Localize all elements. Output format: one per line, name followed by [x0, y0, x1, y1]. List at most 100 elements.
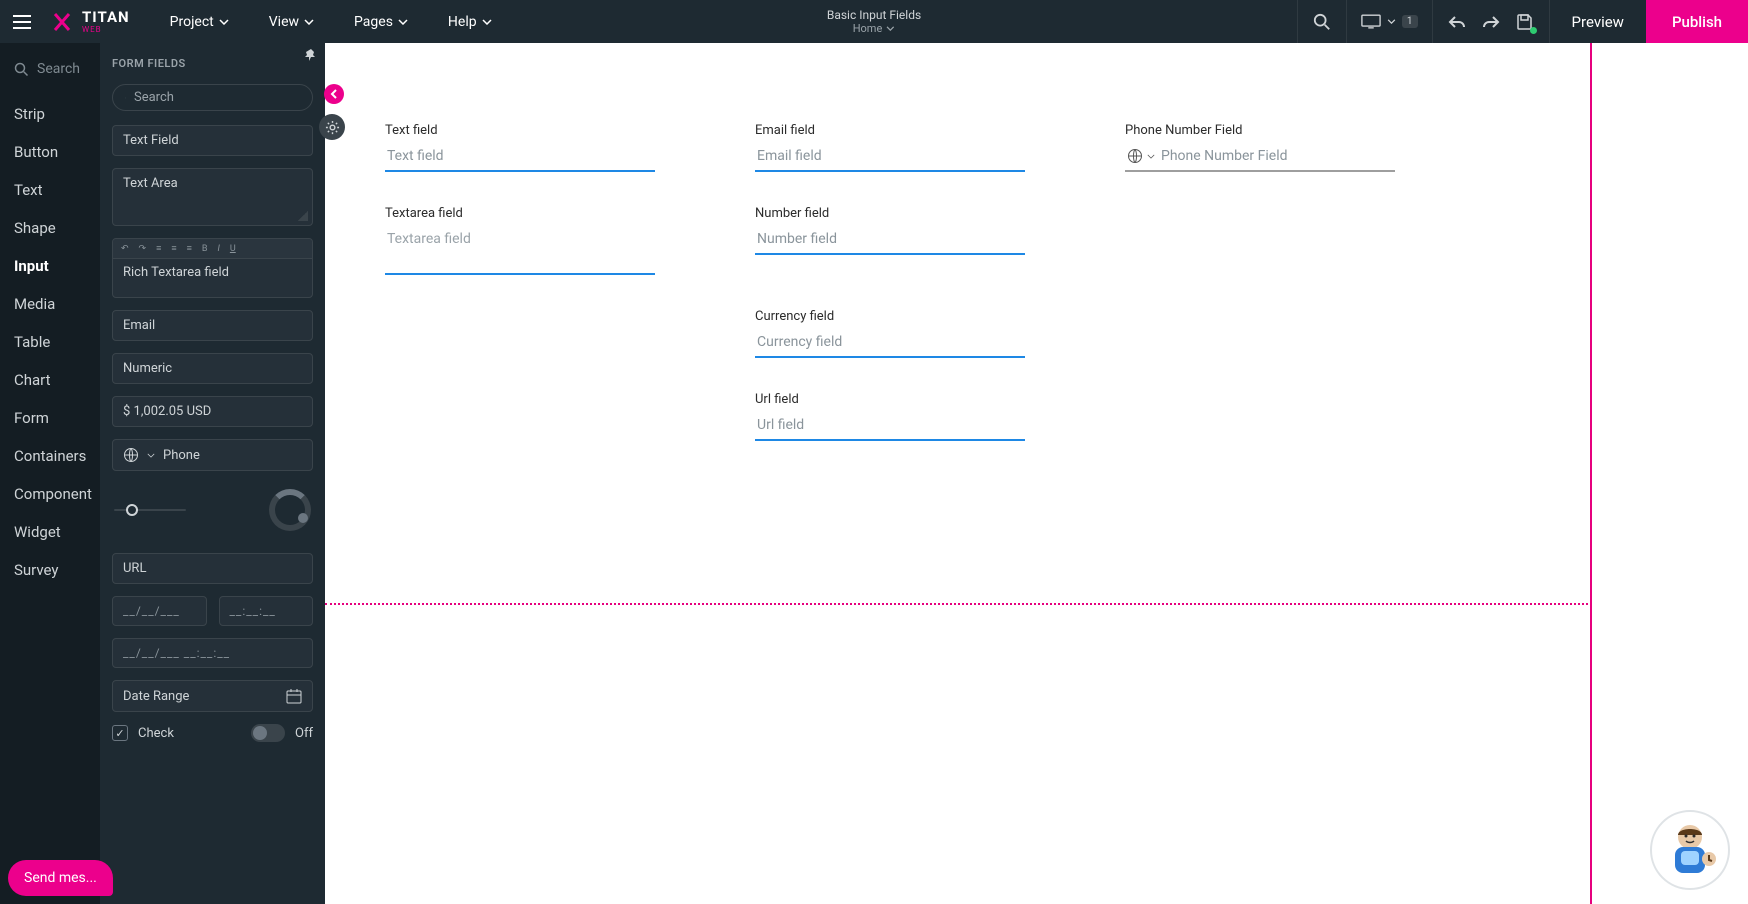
canvas-currency-label: Currency field [755, 309, 1025, 324]
menu-view[interactable]: View [269, 14, 314, 30]
search-icon [1313, 13, 1331, 31]
preview-button[interactable]: Preview [1549, 0, 1646, 43]
chevron-left-icon [329, 89, 339, 99]
canvas-url-field[interactable]: Url field Url field [755, 392, 1025, 441]
rail-item-form[interactable]: Form [0, 399, 100, 437]
menu-view-label: View [269, 14, 299, 30]
palette-url[interactable]: URL [112, 553, 313, 584]
canvas-email-input[interactable]: Email field [755, 144, 1025, 172]
palette-text-field[interactable]: Text Field [112, 125, 313, 156]
canvas-textarea-field[interactable]: Textarea field [385, 206, 655, 275]
rail-item-containers[interactable]: Containers [0, 437, 100, 475]
canvas-url-label: Url field [755, 392, 1025, 407]
panel-search-input[interactable] [134, 90, 300, 105]
menu-help[interactable]: Help [448, 14, 492, 30]
panel-settings-button[interactable] [319, 114, 345, 140]
palette-daterange[interactable]: Date Range [112, 680, 313, 712]
canvas-number-placeholder: Number field [757, 231, 837, 247]
brand-sub: WEB [82, 25, 130, 34]
rail-item-button[interactable]: Button [0, 133, 100, 171]
left-rail-search[interactable]: Search [0, 61, 100, 95]
slider-thumb[interactable] [126, 504, 138, 516]
rail-item-component[interactable]: Component [0, 475, 100, 513]
rail-item-widget[interactable]: Widget [0, 513, 100, 551]
palette-dial[interactable] [269, 489, 311, 531]
chevron-down-icon [1147, 154, 1155, 159]
canvas-currency-input[interactable]: Currency field [755, 330, 1025, 358]
canvas-text-field[interactable]: Text field Text field [385, 123, 655, 172]
palette-email[interactable]: Email [112, 310, 313, 341]
rt-redo-icon: ↷ [139, 244, 147, 254]
palette-phone[interactable]: Phone [112, 439, 313, 471]
rt-align-left-icon: ≡ [156, 243, 161, 254]
canvas-text-label: Text field [385, 123, 655, 138]
rt-undo-icon: ↶ [121, 244, 129, 254]
brand-logo[interactable]: TITAN WEB [50, 10, 130, 34]
globe-phone-icon [123, 447, 139, 463]
rail-item-strip[interactable]: Strip [0, 95, 100, 133]
search-button[interactable] [1312, 12, 1332, 32]
palette-rich-textarea[interactable]: ↶ ↷ ≡ ≡ ≡ B I U Rich Textarea field [112, 238, 313, 298]
canvas-guide-bottom [325, 603, 1592, 605]
canvas-textarea-input[interactable] [385, 227, 655, 275]
canvas-url-input[interactable]: Url field [755, 413, 1025, 441]
canvas-email-label: Email field [755, 123, 1025, 138]
menu-project[interactable]: Project [170, 14, 229, 30]
redo-icon [1481, 14, 1501, 30]
undo-icon [1447, 14, 1467, 30]
canvas-number-field[interactable]: Number field Number field [755, 206, 1025, 275]
hamburger-menu[interactable] [0, 15, 44, 29]
palette-toggle[interactable] [251, 724, 285, 742]
menu-pages[interactable]: Pages [354, 14, 408, 30]
panel-search[interactable] [112, 84, 313, 111]
palette-text-area[interactable]: Text Area [112, 168, 313, 226]
rail-item-media[interactable]: Media [0, 285, 100, 323]
rail-item-table[interactable]: Table [0, 323, 100, 361]
preview-label: Preview [1572, 13, 1624, 31]
chevron-down-icon [147, 453, 155, 458]
collapse-panel-button[interactable] [324, 84, 344, 104]
send-message-button[interactable]: Send mes... [8, 860, 113, 896]
palette-datetime[interactable]: __/__/___ __:__:__ [112, 638, 313, 668]
menu-project-label: Project [170, 14, 214, 30]
rt-align-right-icon: ≡ [187, 243, 192, 254]
left-rail: Search Strip Button Text Shape Input Med… [0, 43, 100, 904]
canvas[interactable]: Text field Text field Email field Email … [325, 43, 1748, 904]
save-button[interactable] [1515, 12, 1535, 32]
canvas-email-field[interactable]: Email field Email field [755, 123, 1025, 172]
palette-toggle-label: Off [295, 726, 313, 741]
rail-item-input[interactable]: Input [0, 247, 100, 285]
canvas-text-input[interactable]: Text field [385, 144, 655, 172]
search-icon [125, 91, 126, 105]
palette-date[interactable]: __/__/___ [112, 596, 207, 626]
phone-prefix-selector[interactable] [1127, 148, 1155, 164]
document-title-block[interactable]: Basic Input Fields Home [827, 8, 921, 36]
rail-item-chart[interactable]: Chart [0, 361, 100, 399]
palette-checkbox[interactable]: ✓ [112, 725, 128, 741]
undo-button[interactable] [1447, 12, 1467, 32]
canvas-currency-field[interactable]: Currency field Currency field [755, 309, 1025, 358]
palette-currency[interactable]: $ 1,002.05 USD [112, 396, 313, 427]
left-rail-search-label: Search [37, 61, 80, 77]
device-count-badge: 1 [1402, 15, 1418, 28]
rail-item-shape[interactable]: Shape [0, 209, 100, 247]
canvas-textarea-label: Textarea field [385, 206, 655, 221]
canvas-phone-input[interactable]: Phone Number Field [1125, 144, 1395, 172]
search-icon [14, 62, 29, 77]
palette-numeric[interactable]: Numeric [112, 353, 313, 384]
canvas-phone-field[interactable]: Phone Number Field Phone Number Field [1125, 123, 1395, 172]
palette-slider[interactable] [114, 509, 186, 511]
redo-button[interactable] [1481, 12, 1501, 32]
help-mascot[interactable] [1650, 810, 1730, 890]
form-fields-panel: FORM FIELDS Text Field Text Area ↶ ↷ ≡ ≡… [100, 43, 325, 904]
palette-time[interactable]: __:__:__ [219, 596, 314, 626]
device-selector[interactable]: 1 [1361, 14, 1418, 29]
globe-phone-icon [1127, 148, 1143, 164]
pin-panel-button[interactable] [304, 48, 318, 62]
publish-button[interactable]: Publish [1646, 0, 1748, 43]
rail-item-survey[interactable]: Survey [0, 551, 100, 589]
save-status-dot [1530, 27, 1537, 34]
rail-item-text[interactable]: Text [0, 171, 100, 209]
canvas-number-input[interactable]: Number field [755, 227, 1025, 255]
rt-underline: U [230, 244, 236, 254]
